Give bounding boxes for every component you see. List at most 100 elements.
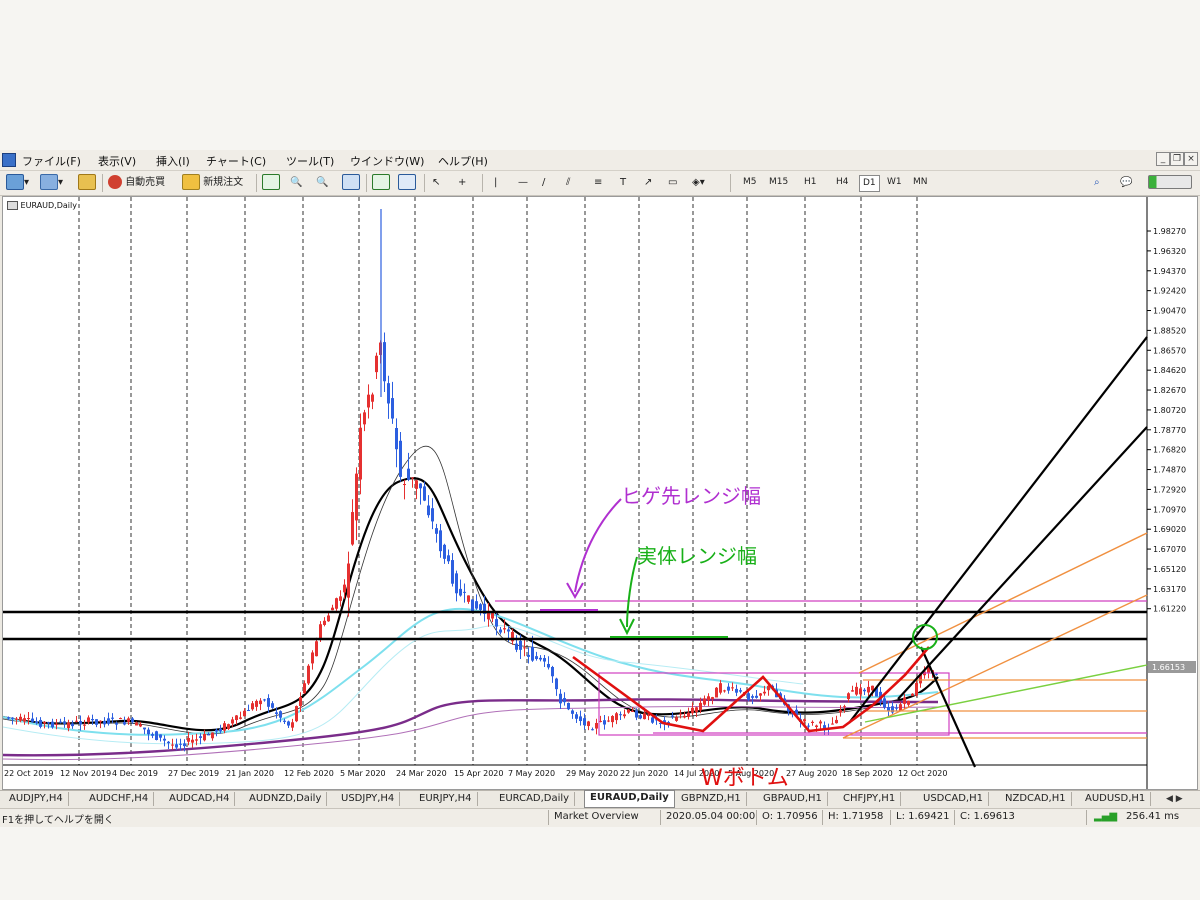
timeframe-w1[interactable]: W1 <box>884 175 905 190</box>
date-tick-label: 7 May 2020 <box>508 769 555 778</box>
tab-audcad-h4[interactable]: AUDCAD,H4 <box>164 792 236 806</box>
candle-body <box>71 723 74 727</box>
candle-body <box>147 729 150 735</box>
zoom-in-icon[interactable]: 🔍 <box>290 173 302 192</box>
bar-chart-icon[interactable] <box>262 173 280 192</box>
candle-body <box>515 643 518 650</box>
date-tick-label: 27 Aug 2020 <box>786 769 837 778</box>
candle-body <box>447 555 450 562</box>
candle-body <box>27 718 30 720</box>
navigator-icon[interactable] <box>78 173 96 192</box>
candle-body <box>247 710 250 712</box>
objects-icon[interactable]: ◈▾ <box>692 173 705 192</box>
crosshair-icon[interactable]: + <box>458 173 466 192</box>
timeframe-h4[interactable]: H4 <box>833 175 852 190</box>
tab-usdcad-h1[interactable]: USDCAD,H1 <box>918 792 989 806</box>
text-icon[interactable]: T <box>620 173 626 192</box>
candle-body <box>31 718 34 722</box>
orange-channel-upper <box>858 532 1148 674</box>
candle-body <box>223 723 226 731</box>
candle-body <box>643 713 646 720</box>
menu-window[interactable]: ウインドウ(W) <box>350 153 424 169</box>
tab-audchf-h4[interactable]: AUDCHF,H4 <box>84 792 155 806</box>
shapes-icon[interactable]: ▭ <box>668 173 677 192</box>
date-tick-label: 12 Oct 2020 <box>898 769 947 778</box>
search-icon[interactable]: ⌕ <box>1094 173 1100 192</box>
arrow-tool-icon[interactable]: ↗ <box>644 173 652 192</box>
candle-body <box>695 707 698 712</box>
tab-chfjpy-h1[interactable]: CHFJPY,H1 <box>838 792 902 806</box>
menu-chart[interactable]: チャート(C) <box>206 153 266 169</box>
date-tick-label: 4 Dec 2019 <box>112 769 158 778</box>
zoom-out-icon[interactable]: 🔍 <box>316 173 328 192</box>
tab-audjpy-h4[interactable]: AUDJPY,H4 <box>4 792 69 806</box>
candle-body <box>39 719 42 727</box>
price-tick-label: 1.61220 <box>1153 605 1186 614</box>
menu-tools[interactable]: ツール(T) <box>286 153 334 169</box>
menu-view[interactable]: 表示(V) <box>98 153 136 169</box>
status-open: O: 1.70956 <box>762 811 818 822</box>
tab-eurcad-daily[interactable]: EURCAD,Daily <box>494 792 576 806</box>
chat-icon[interactable]: 💬 <box>1120 173 1132 192</box>
candle-body <box>15 718 18 720</box>
status-ping: 256.41 ms <box>1126 811 1180 822</box>
candle-body <box>527 654 530 657</box>
restore-icon[interactable]: ❐ <box>1170 152 1184 166</box>
candle-body <box>283 720 286 722</box>
minimize-icon[interactable]: _ <box>1156 152 1170 166</box>
timeframe-m15[interactable]: M15 <box>766 175 791 190</box>
chart-area[interactable]: EURAUD,Daily 1.98270 1.96320 1.94370 1.9242… <box>2 196 1198 790</box>
menu-file[interactable]: ファイル(F) <box>22 153 81 169</box>
status-close: C: 1.69613 <box>960 811 1015 822</box>
app-icon[interactable] <box>2 153 16 167</box>
candle-body <box>95 719 98 725</box>
tab-nzdcad-h1[interactable]: NZDCAD,H1 <box>1000 792 1072 806</box>
candle-body <box>707 696 710 701</box>
timeframe-h1[interactable]: H1 <box>801 175 820 190</box>
tab-scroll-arrows[interactable]: ◀ ▶ <box>1166 794 1183 804</box>
auto-trade-button[interactable]: 自動売買 <box>108 173 165 192</box>
candle-body <box>715 687 718 698</box>
timeframe-mn[interactable]: MN <box>910 175 931 190</box>
candle-body <box>747 693 750 701</box>
vertical-line-icon[interactable]: | <box>494 173 497 192</box>
tab-audnzd-daily[interactable]: AUDNZD,Daily <box>244 792 328 806</box>
status-profile[interactable]: Market Overview <box>554 811 639 822</box>
candle-body <box>467 595 470 602</box>
autoscroll-icon[interactable] <box>398 173 416 192</box>
tile-windows-icon[interactable] <box>342 173 360 192</box>
tab-gbpnzd-h1[interactable]: GBPNZD,H1 <box>676 792 747 806</box>
candle-body <box>267 698 270 707</box>
cursor-icon[interactable]: ↖ <box>432 173 440 192</box>
candle-body <box>139 724 142 727</box>
candle-body <box>811 721 814 724</box>
tab-usdjpy-h4[interactable]: USDJPY,H4 <box>336 792 401 806</box>
candle-body <box>311 652 314 664</box>
fibonacci-icon[interactable]: ≡ <box>594 173 602 192</box>
new-order-button[interactable]: 新規注文 <box>182 173 243 192</box>
candle-body <box>163 738 166 741</box>
profiles-icon[interactable]: ▾ <box>40 173 63 192</box>
close-icon[interactable]: × <box>1184 152 1198 166</box>
candle-body <box>427 505 430 516</box>
tab-audusd-h1[interactable]: AUDUSD,H1 <box>1080 792 1152 806</box>
horizontal-line-icon[interactable]: — <box>518 173 528 192</box>
chart-shift-icon[interactable] <box>372 173 390 192</box>
candle-body <box>91 718 94 721</box>
candle-body <box>383 342 386 382</box>
menu-help[interactable]: ヘルプ(H) <box>438 153 488 169</box>
symbol-tabs: AUDJPY,H4 AUDCHF,H4 AUDCAD,H4 AUDNZD,Dai… <box>0 790 1200 808</box>
trendline-icon[interactable]: / <box>542 173 545 192</box>
menu-insert[interactable]: 挿入(I) <box>156 153 190 169</box>
timeframe-d1[interactable]: D1 <box>859 175 880 192</box>
new-chart-icon[interactable]: ▾ <box>6 173 29 192</box>
candle-body <box>123 722 126 725</box>
candle-body <box>615 713 618 721</box>
tab-euraud-daily[interactable]: EURAUD,Daily <box>584 790 675 808</box>
tab-gbpaud-h1[interactable]: GBPAUD,H1 <box>758 792 828 806</box>
candle-body <box>371 394 374 402</box>
equidistant-channel-icon[interactable]: ⫽ <box>566 173 570 192</box>
date-tick-label: 5 Mar 2020 <box>340 769 386 778</box>
timeframe-m5[interactable]: M5 <box>740 175 760 190</box>
tab-eurjpy-h4[interactable]: EURJPY,H4 <box>414 792 478 806</box>
